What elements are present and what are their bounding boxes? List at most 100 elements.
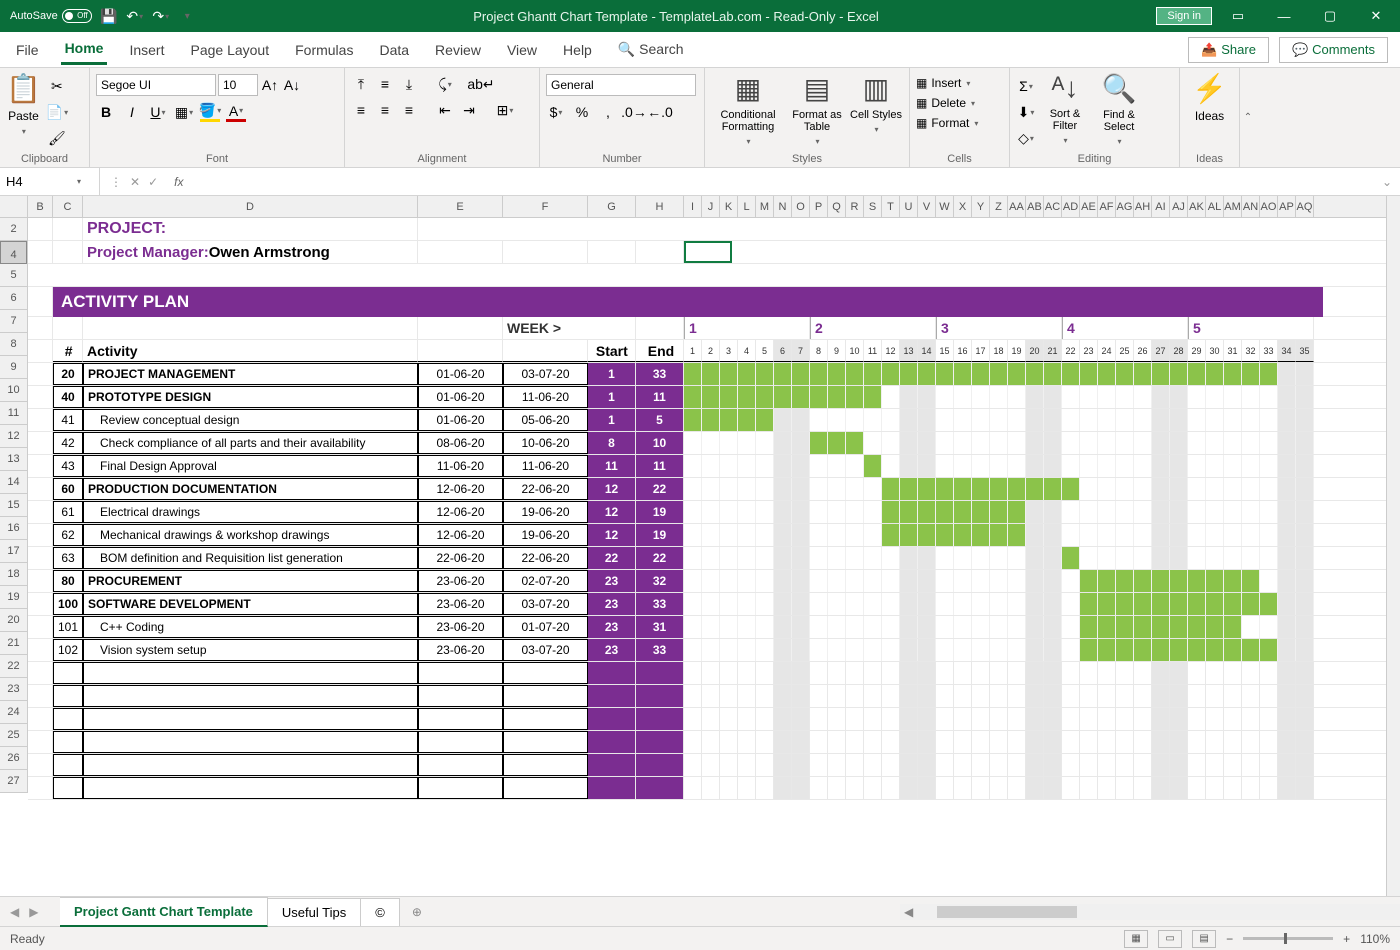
cell[interactable]: 12 [588,478,636,500]
cell[interactable] [1044,409,1062,431]
cell[interactable] [882,685,900,707]
cell[interactable] [1188,432,1206,454]
cell[interactable] [1098,524,1116,546]
cell[interactable] [1026,501,1044,523]
cell[interactable] [83,754,418,776]
column-header[interactable]: P [810,196,828,217]
cell[interactable] [1062,708,1080,730]
cell[interactable] [900,432,918,454]
cell[interactable] [1224,708,1242,730]
cell[interactable] [864,478,882,500]
cell[interactable] [1170,593,1188,615]
cell[interactable] [918,731,936,753]
cell[interactable] [864,363,882,385]
cell[interactable]: 01-06-20 [418,386,503,408]
cell[interactable] [882,616,900,638]
cell[interactable] [1296,363,1314,385]
cell[interactable] [1296,524,1314,546]
cell[interactable] [738,639,756,661]
cell[interactable] [990,478,1008,500]
tab-formulas[interactable]: Formulas [291,36,357,64]
cell[interactable] [738,386,756,408]
cell[interactable] [900,754,918,776]
cell[interactable] [684,708,702,730]
cell[interactable] [1026,754,1044,776]
cell[interactable] [1206,501,1224,523]
cell[interactable] [756,478,774,500]
cell[interactable] [1134,708,1152,730]
cell[interactable] [53,685,83,707]
cell[interactable] [792,731,810,753]
cell[interactable] [1134,685,1152,707]
cell[interactable]: Check compliance of all parts and their … [83,432,418,454]
cell[interactable] [828,593,846,615]
cell[interactable] [792,363,810,385]
cell[interactable] [684,241,732,263]
cell[interactable] [810,478,828,500]
column-header[interactable]: Z [990,196,1008,217]
cell[interactable] [990,708,1008,730]
cell[interactable] [28,363,53,385]
cell[interactable] [990,409,1008,431]
cell[interactable] [53,218,83,240]
cell[interactable] [756,754,774,776]
cell[interactable] [1296,708,1314,730]
cell[interactable]: 05-06-20 [503,409,588,431]
cell[interactable]: Final Design Approval [83,455,418,477]
cell[interactable] [1008,639,1026,661]
row-header[interactable]: 23 [0,678,27,701]
cell[interactable] [1026,386,1044,408]
cell[interactable] [900,524,918,546]
cell[interactable] [1188,731,1206,753]
cell[interactable] [738,501,756,523]
row-header[interactable]: 9 [0,356,27,379]
cell[interactable] [1278,363,1296,385]
cell[interactable] [936,409,954,431]
cell[interactable] [954,639,972,661]
cell[interactable] [828,478,846,500]
cell[interactable] [1134,777,1152,799]
cell[interactable] [1296,685,1314,707]
scroll-thumb[interactable] [937,906,1077,918]
cell[interactable] [1260,478,1278,500]
cell[interactable]: PROJECT: [83,218,418,240]
cell[interactable] [774,639,792,661]
cell[interactable] [900,363,918,385]
cell[interactable] [972,616,990,638]
cell[interactable] [1152,685,1170,707]
cell[interactable] [684,455,702,477]
cell[interactable]: PRODUCTION DOCUMENTATION [83,478,418,500]
cell[interactable] [1062,455,1080,477]
cell[interactable] [1278,777,1296,799]
zoom-out-icon[interactable]: − [1226,932,1233,946]
cell[interactable] [588,754,636,776]
cell[interactable] [1116,685,1134,707]
cell[interactable] [1242,754,1260,776]
cell[interactable]: 11-06-20 [503,455,588,477]
cell[interactable] [774,662,792,684]
cell[interactable] [882,570,900,592]
column-header[interactable]: AA [1008,196,1026,217]
column-header[interactable]: K [720,196,738,217]
cell[interactable] [1044,478,1062,500]
cell[interactable] [1026,731,1044,753]
cell[interactable] [1062,409,1080,431]
cell[interactable] [972,455,990,477]
cell[interactable] [83,708,418,730]
cell[interactable] [846,501,864,523]
page-break-view-icon[interactable]: ▤ [1192,930,1216,948]
cell[interactable] [1242,478,1260,500]
cell[interactable]: 23 [588,593,636,615]
cell[interactable] [1098,754,1116,776]
cell[interactable] [1116,501,1134,523]
cell[interactable] [1278,478,1296,500]
cell[interactable] [990,547,1008,569]
cell[interactable]: 11 [588,455,636,477]
paste-button[interactable]: 📋 Paste ▾ [6,72,41,136]
cell[interactable] [83,662,418,684]
cell[interactable] [972,639,990,661]
cell[interactable]: 08-06-20 [418,432,503,454]
cell[interactable] [954,501,972,523]
column-header[interactable]: AJ [1170,196,1188,217]
cell[interactable] [1278,524,1296,546]
